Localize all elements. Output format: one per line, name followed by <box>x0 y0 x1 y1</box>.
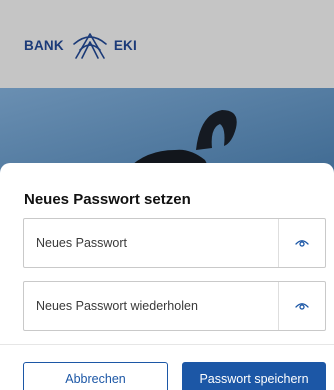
cancel-button[interactable]: Abbrechen <box>23 362 168 390</box>
show-password-button[interactable] <box>279 219 325 267</box>
new-password-field[interactable] <box>23 218 326 268</box>
sheet-title: Neues Passwort setzen <box>24 191 191 208</box>
footer-divider <box>0 344 334 345</box>
app-screen: BANK EKI Neues Passwort setzen Abbrechen… <box>0 0 334 390</box>
save-password-button[interactable]: Passwort speichern <box>182 362 326 390</box>
logo-text-left: BANK <box>24 37 64 53</box>
eye-icon <box>295 240 309 247</box>
eye-icon <box>295 303 309 310</box>
header-bar: BANK EKI <box>0 0 334 88</box>
password-sheet: Neues Passwort setzen Abbrechen Passwort… <box>0 163 334 390</box>
repeat-password-field[interactable] <box>23 281 326 331</box>
repeat-password-input[interactable] <box>24 282 278 330</box>
show-repeat-password-button[interactable] <box>279 282 325 330</box>
bank-logo: BANK EKI <box>24 28 137 62</box>
new-password-input[interactable] <box>24 219 278 267</box>
logo-mark-icon <box>73 33 107 59</box>
logo-text-right: EKI <box>113 37 137 53</box>
